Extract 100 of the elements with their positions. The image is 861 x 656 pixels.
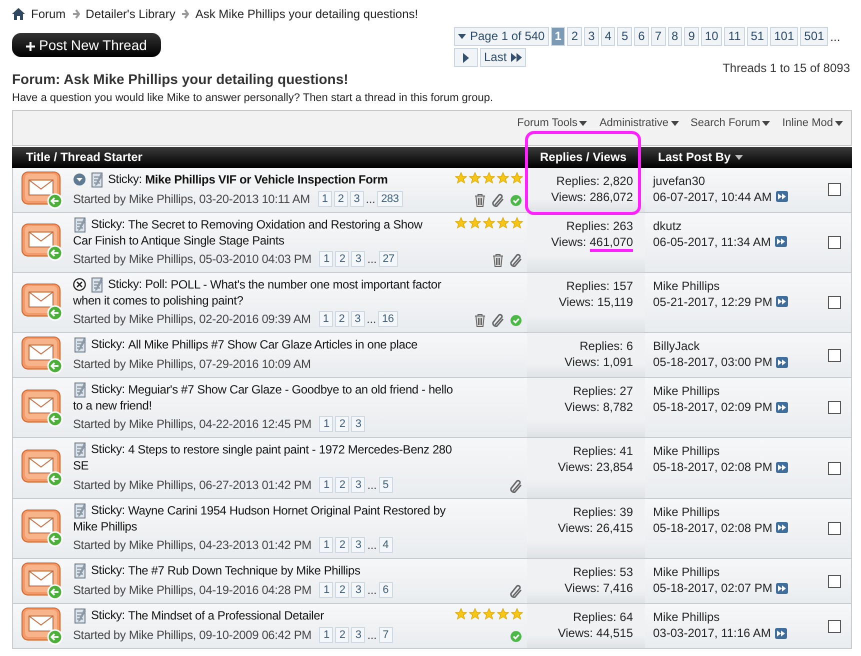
- select-checkbox[interactable]: [828, 620, 840, 633]
- page-link[interactable]: 501: [800, 27, 828, 46]
- thread-title-link[interactable]: Sticky: 4 Steps to restore single paint paint - 1972 Mercedes-Benz 280 SE: [73, 442, 459, 474]
- thread-title-link[interactable]: Sticky: Mike Phillips VIF or Vehicle Inspection Form: [73, 172, 443, 188]
- page-link[interactable]: 3: [350, 311, 365, 328]
- last-page-link[interactable]: Last: [480, 48, 526, 67]
- page-link[interactable]: 2: [334, 311, 349, 328]
- page-link[interactable]: 9: [684, 27, 699, 46]
- page-link[interactable]: 1: [318, 311, 333, 328]
- envelope-icon[interactable]: [21, 170, 63, 208]
- last-post-user[interactable]: Mike Phillips: [653, 564, 817, 580]
- page-link[interactable]: 3: [584, 27, 599, 46]
- next-page-button[interactable]: [454, 48, 478, 67]
- column-header[interactable]: Title / Thread Starter: [26, 148, 142, 166]
- go-to-post-icon[interactable]: [774, 236, 787, 247]
- select-checkbox[interactable]: [828, 462, 840, 475]
- page-link[interactable]: 2: [335, 476, 350, 493]
- page-link[interactable]: 2: [335, 582, 350, 598]
- page-link[interactable]: 6: [634, 27, 649, 46]
- envelope-icon[interactable]: [21, 509, 63, 548]
- page-link[interactable]: 5: [378, 476, 393, 493]
- last-post-user[interactable]: BillyJack: [653, 338, 817, 354]
- page-link[interactable]: 3: [351, 476, 366, 493]
- page-dropdown[interactable]: Page 1 of 540: [454, 27, 549, 46]
- page-link[interactable]: 2: [335, 627, 350, 644]
- page-link[interactable]: 3: [350, 190, 364, 206]
- thread-title-link[interactable]: Sticky: The Secret to Removing Oxidation and Restoring a Show Car Finish to Antique Single Stage Paints: [73, 216, 443, 248]
- envelope-icon[interactable]: [21, 449, 63, 488]
- page-link[interactable]: 27: [378, 250, 398, 267]
- toolbar-menu[interactable]: Administrative: [599, 116, 679, 130]
- page-link[interactable]: 2: [335, 416, 350, 432]
- page-link[interactable]: 7: [378, 627, 393, 644]
- go-to-post-icon[interactable]: [776, 356, 788, 368]
- page-link[interactable]: 3: [351, 627, 366, 644]
- page-link[interactable]: 7: [650, 27, 666, 46]
- page-link[interactable]: 1: [319, 627, 334, 644]
- envelope-icon[interactable]: [21, 336, 63, 374]
- select-checkbox[interactable]: [828, 296, 840, 309]
- last-post-user[interactable]: Mike Phillips: [653, 609, 817, 626]
- select-checkbox[interactable]: [828, 183, 840, 196]
- page-link[interactable]: 283: [377, 190, 403, 206]
- go-to-post-icon[interactable]: [776, 296, 788, 308]
- page-link[interactable]: 3: [351, 250, 366, 267]
- toolbar-menu[interactable]: Forum Tools: [517, 116, 588, 130]
- page-link[interactable]: 8: [668, 27, 682, 46]
- go-to-post-icon[interactable]: [776, 191, 788, 202]
- page-link[interactable]: 1: [319, 476, 334, 493]
- page-link[interactable]: 1: [319, 582, 334, 598]
- thread-title-link[interactable]: Sticky: The #7 Rub Down Technique by Mike Phillips: [73, 563, 459, 580]
- page-link[interactable]: 1: [318, 190, 332, 206]
- page-link[interactable]: 2: [567, 27, 582, 46]
- envelope-icon[interactable]: [21, 283, 63, 322]
- envelope-icon[interactable]: [21, 388, 63, 427]
- envelope-icon[interactable]: [21, 607, 63, 646]
- go-to-post-icon[interactable]: [776, 462, 788, 473]
- go-to-post-icon[interactable]: [774, 628, 787, 639]
- page-link[interactable]: 4: [600, 27, 616, 46]
- envelope-icon[interactable]: [21, 562, 63, 600]
- page-link[interactable]: 3: [351, 416, 366, 432]
- last-post-user[interactable]: Mike Phillips: [653, 383, 817, 400]
- page-link[interactable]: 16: [378, 311, 398, 328]
- page-link[interactable]: 2: [335, 250, 350, 267]
- thread-title-link[interactable]: Sticky: Wayne Carini 1954 Hudson Hornet Original Paint Restored by Mike Phillips: [73, 502, 459, 534]
- page-link[interactable]: 101: [770, 27, 798, 46]
- page-link[interactable]: 6: [378, 582, 393, 598]
- page-link[interactable]: 10: [700, 27, 722, 46]
- page-link[interactable]: 5: [617, 27, 632, 46]
- last-post-user[interactable]: dkutz: [653, 218, 817, 234]
- page-link[interactable]: 3: [351, 582, 366, 598]
- breadcrumb-link[interactable]: Detailer's Library: [86, 5, 176, 23]
- thread-title-link[interactable]: Sticky: The Mindset of a Professional Detailer: [73, 608, 443, 624]
- select-checkbox[interactable]: [828, 236, 840, 249]
- toolbar-menu[interactable]: Inline Mod: [782, 116, 843, 130]
- column-header[interactable]: Last Post By: [658, 148, 743, 166]
- page-link[interactable]: 1: [319, 250, 334, 267]
- new-thread-button[interactable]: Post New Thread: [12, 33, 161, 57]
- last-post-user[interactable]: juvefan30: [653, 172, 817, 188]
- page-link[interactable]: 11: [724, 27, 745, 46]
- select-checkbox[interactable]: [828, 522, 840, 535]
- select-checkbox[interactable]: [828, 348, 840, 362]
- page-link[interactable]: 2: [334, 190, 348, 206]
- page-link[interactable]: 3: [351, 537, 366, 554]
- page-link[interactable]: 2: [335, 537, 350, 554]
- go-to-post-icon[interactable]: [776, 402, 788, 413]
- envelope-icon[interactable]: [21, 223, 63, 262]
- last-post-user[interactable]: Mike Phillips: [653, 278, 817, 294]
- toolbar-menu[interactable]: Search Forum: [690, 116, 770, 130]
- thread-title-link[interactable]: Sticky: All Mike Phillips #7 Show Car Glaze Articles in one place: [73, 337, 459, 354]
- thread-title-link[interactable]: Sticky: Meguiar's #7 Show Car Glaze - Goodbye to an old friend - hello to a new friend!: [73, 382, 459, 414]
- breadcrumb-link[interactable]: Forum: [31, 5, 66, 23]
- thread-title-link[interactable]: Sticky: Poll: POLL - What's the number one most important factor when it comes to polishing paint?: [73, 276, 459, 308]
- column-header[interactable]: Replies / Views: [540, 148, 626, 166]
- select-checkbox[interactable]: [828, 574, 840, 588]
- select-checkbox[interactable]: [828, 401, 840, 414]
- go-to-post-icon[interactable]: [776, 522, 788, 534]
- page-link[interactable]: 4: [378, 537, 393, 554]
- last-post-user[interactable]: Mike Phillips: [653, 504, 817, 520]
- home-icon[interactable]: [12, 8, 25, 20]
- page-link[interactable]: 51: [746, 27, 768, 46]
- page-link[interactable]: 1: [319, 416, 334, 432]
